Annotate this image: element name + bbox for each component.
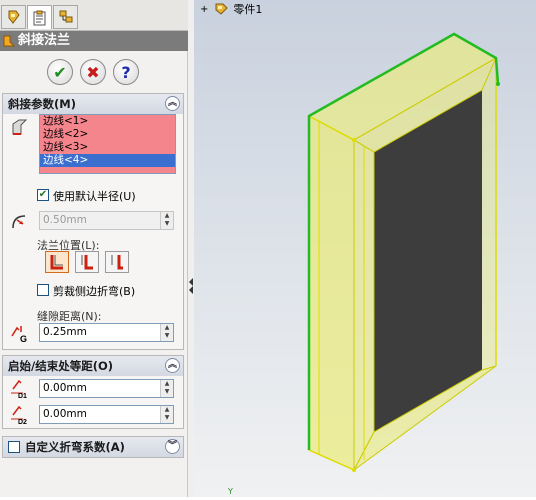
gap-distance-value: 0.25mm (43, 326, 87, 338)
material-outside-icon (81, 255, 93, 270)
collapse-icon[interactable]: ︽ (165, 358, 180, 373)
property-manager-icon (33, 10, 45, 25)
configuration-manager-icon (59, 10, 72, 23)
expand-icon[interactable]: ︾ (165, 439, 180, 454)
section-title: 自定义折弯系数(A) (25, 440, 125, 454)
edge-list-item-selected[interactable]: 边线<4> (40, 154, 175, 167)
y-axis-label: Y (228, 487, 233, 496)
bend-radius-icon (12, 215, 26, 229)
start-offset-value: 0.00mm (43, 382, 87, 394)
gap-distance-label: 缝隙距离(N): (37, 310, 102, 323)
miter-parameters-header[interactable]: 斜接参数(M) ︽ (3, 94, 183, 114)
edge-list-item[interactable]: 边线<3> (40, 141, 175, 154)
edge-list[interactable]: 边线<1> 边线<2> 边线<3> 边线<4> (39, 114, 176, 174)
panel-title-bar: 斜接法兰 (0, 31, 188, 51)
cancel-button[interactable]: ✖ (80, 59, 106, 85)
miter-flange-icon (3, 35, 16, 47)
tab-property-manager[interactable] (27, 5, 52, 29)
material-outside-button[interactable] (75, 251, 99, 273)
gap-distance-icon: G (11, 326, 27, 344)
edge-list-item[interactable]: 边线<2> (40, 128, 175, 141)
custom-bend-allowance-section: 自定义折弯系数(A) ︾ (2, 436, 184, 458)
edge-list-item[interactable]: 边线<1> (40, 115, 175, 128)
close-icon: ✖ (86, 62, 100, 82)
part-icon (215, 3, 229, 15)
custom-bend-allowance-header[interactable]: 自定义折弯系数(A) ︾ (3, 437, 183, 457)
start-end-offset-section: 启始/结束处等距(O) ︽ D1 0.00mm ▲ ▼ D2 0.00mm ▲ ▼ (2, 355, 184, 429)
tab-configuration-manager[interactable] (53, 5, 78, 29)
manager-tabs (0, 0, 188, 31)
property-manager-panel: 斜接法兰 ✔ ✖ ? 斜接参数(M) ︽ 边线<1> 边线<2> 边线<3> 边… (0, 0, 188, 497)
help-icon: ? (121, 62, 131, 82)
feature-manager-icon (8, 10, 20, 24)
start-offset-icon: D1 (11, 379, 27, 399)
tree-expand-icon[interactable]: + (200, 4, 208, 15)
bend-radius-spinner: ▲ ▼ (160, 212, 173, 229)
custom-bend-allowance-checkbox[interactable] (8, 441, 20, 453)
checkmark-icon: ✔ (53, 62, 67, 82)
section-title: 斜接参数(M) (8, 97, 76, 111)
bend-outside-icon (111, 255, 123, 270)
start-end-offset-header[interactable]: 启始/结束处等距(O) ︽ (3, 356, 183, 376)
gap-distance-spinner[interactable]: ▲ ▼ (160, 324, 173, 341)
collapse-icon[interactable]: ︽ (165, 96, 180, 111)
start-offset-spinner[interactable]: ▲ ▼ (160, 380, 173, 397)
start-offset-label: D1 (18, 393, 27, 399)
use-default-radius-checkbox[interactable]: ✔ (37, 189, 49, 201)
tab-feature-manager[interactable] (1, 5, 26, 29)
edge-list-filler (40, 167, 175, 173)
graphics-viewport[interactable]: Y (194, 0, 536, 497)
end-offset-spinner[interactable]: ▲ ▼ (160, 406, 173, 423)
use-default-radius-label: 使用默认半径(U) (53, 190, 136, 203)
tree-item-part[interactable]: 零件1 (233, 1, 262, 17)
part-preview-graphic (307, 32, 500, 472)
end-offset-field[interactable]: 0.00mm ▲ ▼ (39, 405, 174, 424)
feature-tree-flyout: + 零件1 (200, 1, 262, 17)
ok-button[interactable]: ✔ (47, 59, 73, 85)
end-offset-label: D2 (18, 419, 27, 425)
bend-radius-field: 0.50mm ▲ ▼ (39, 211, 174, 230)
trim-side-bends-label: 剪裁侧边折弯(B) (53, 285, 136, 298)
panel-title: 斜接法兰 (18, 33, 71, 48)
material-inside-icon (50, 255, 63, 270)
gap-icon-letter: G (20, 334, 27, 344)
material-inside-button[interactable] (45, 251, 69, 273)
trim-side-bends-checkbox[interactable] (37, 284, 49, 296)
miter-parameters-section: 斜接参数(M) ︽ 边线<1> 边线<2> 边线<3> 边线<4> ✔ 使用默认… (2, 93, 184, 350)
start-offset-field[interactable]: 0.00mm ▲ ▼ (39, 379, 174, 398)
end-offset-value: 0.00mm (43, 408, 87, 420)
help-button[interactable]: ? (113, 59, 139, 85)
end-offset-icon: D2 (11, 405, 27, 425)
edge-select-icon (12, 119, 28, 135)
bend-radius-value: 0.50mm (43, 214, 87, 226)
section-title: 启始/结束处等距(O) (8, 359, 113, 373)
gap-distance-field[interactable]: 0.25mm ▲ ▼ (39, 323, 174, 342)
bend-outside-button[interactable] (105, 251, 129, 273)
